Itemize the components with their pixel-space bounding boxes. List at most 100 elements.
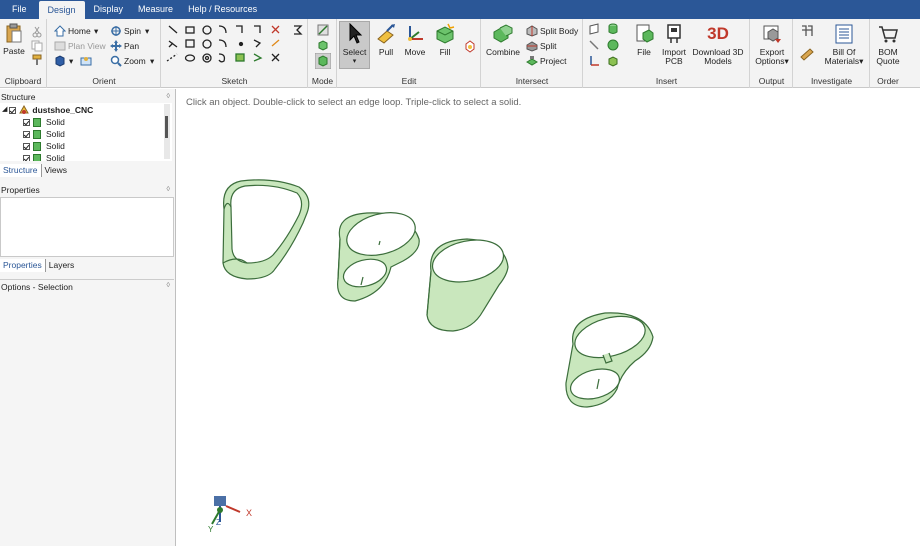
copy-icon[interactable] [31, 40, 43, 52]
menu-display[interactable]: Display [85, 0, 133, 19]
bill-of-materials-button[interactable]: Bill Of Materials▾ [822, 23, 866, 66]
tree-scrollbar-thumb[interactable] [165, 116, 168, 138]
structure-tree: ◢ dustshoe_CNC Solid Solid Solid Solid [0, 103, 172, 161]
axis-icon[interactable] [588, 39, 600, 51]
split-icon[interactable] [526, 40, 538, 52]
move-button[interactable]: Move [401, 23, 429, 57]
group-clipboard: Paste Clipboard [0, 19, 47, 88]
fill-options-icon[interactable] [463, 39, 477, 53]
bom-dropdown-arrow[interactable]: ▾ [859, 56, 863, 66]
pan-icon[interactable] [110, 40, 122, 52]
download-3d-models-button[interactable]: 3D Download 3D Models [690, 23, 746, 66]
solid-checkbox[interactable] [23, 154, 30, 161]
view-dropdown-arrow[interactable]: ▾ [69, 56, 73, 67]
plan-view-icon[interactable] [54, 40, 66, 52]
home-dropdown-arrow[interactable]: ▾ [94, 26, 98, 37]
tree-root-checkbox[interactable] [9, 106, 17, 114]
paste-icon [6, 23, 22, 43]
group-investigate: Bill Of Materials▾ Investigate [794, 19, 870, 88]
fill-button[interactable]: Fill [431, 23, 459, 57]
tab-views[interactable]: Views [42, 164, 71, 177]
render-style-icon[interactable] [80, 55, 92, 67]
select-dropdown-arrow[interactable]: ▾ [339, 57, 370, 66]
tab-structure[interactable]: Structure [0, 164, 42, 177]
menu-measure[interactable]: Measure [132, 0, 179, 19]
import-pcb-button[interactable]: Import PCB [659, 23, 689, 66]
view-cube-icon[interactable] [54, 55, 66, 67]
plane-icon[interactable] [588, 23, 600, 35]
menu-design[interactable]: Design [38, 1, 85, 19]
tree-item-solid[interactable]: Solid [23, 128, 65, 140]
solid-checkbox[interactable] [23, 118, 30, 126]
home-label[interactable]: Home [68, 26, 91, 36]
fill-icon [436, 23, 455, 44]
plan-view-label[interactable]: Plan View [68, 41, 106, 51]
options-pin-icon[interactable]: ◊ [167, 280, 170, 292]
sketch-mode-icon[interactable] [317, 24, 329, 36]
spin-dropdown-arrow[interactable]: ▾ [145, 26, 149, 37]
model-solids[interactable] [177, 89, 920, 546]
solid-label: Solid [46, 153, 65, 161]
zoom-dropdown-arrow[interactable]: ▾ [150, 56, 154, 67]
insert-file-icon [636, 24, 654, 43]
origin-icon[interactable] [588, 55, 600, 67]
assembly-icon [19, 105, 30, 114]
cut-icon[interactable] [31, 26, 43, 38]
tree-item-solid[interactable]: Solid [23, 140, 65, 152]
solid-body-4[interactable] [565, 309, 654, 408]
menu-file[interactable]: File [0, 0, 39, 19]
bom-quote-button[interactable]: BOM Quote [872, 23, 904, 66]
properties-pin-icon[interactable]: ◊ [167, 184, 170, 196]
zoom-label[interactable]: Zoom [124, 56, 146, 66]
export-options-button[interactable]: Export Options▾ [753, 23, 791, 66]
tab-properties[interactable]: Properties [0, 259, 46, 272]
structure-pin-icon[interactable]: ◊ [167, 91, 170, 103]
paste-button[interactable]: Paste [3, 22, 25, 56]
check-geometry-icon[interactable] [800, 24, 814, 38]
measure-tool-icon[interactable] [800, 47, 814, 61]
menu-bar: File Design Display Measure Help / Resou… [0, 0, 920, 19]
pull-button[interactable]: Pull [372, 23, 400, 57]
split-body-label[interactable]: Split Body [540, 26, 578, 36]
solid-checkbox[interactable] [23, 142, 30, 150]
select-button[interactable]: Select ▾ [339, 23, 370, 66]
tree-item-solid[interactable]: Solid [23, 116, 65, 128]
tree-expand-icon[interactable]: ◢ [2, 104, 7, 116]
format-painter-icon[interactable] [31, 54, 43, 66]
shell-icon[interactable] [607, 55, 619, 67]
move-label: Move [404, 47, 426, 57]
group-insert: File Import PCB 3D Download 3D Models In… [584, 19, 750, 88]
insert-file-button[interactable]: File [629, 23, 659, 57]
order-group-label: Order [877, 76, 899, 86]
properties-tabs: Properties Layers [0, 259, 77, 272]
options-header-label: Options - Selection [1, 282, 73, 292]
pull-label: Pull [378, 47, 394, 57]
spin-label[interactable]: Spin [124, 26, 141, 36]
tree-item-solid[interactable]: Solid [23, 152, 65, 161]
solid-body-1[interactable] [222, 179, 310, 280]
clipboard-group-label: Clipboard [4, 76, 42, 86]
3d-mode-icon[interactable] [315, 53, 331, 69]
export-dropdown-arrow[interactable]: ▾ [785, 56, 789, 66]
split-body-icon[interactable] [526, 25, 538, 37]
home-icon[interactable] [54, 25, 66, 37]
sketch-tools-grid[interactable] [164, 23, 306, 67]
tab-layers[interactable]: Layers [46, 259, 78, 272]
cylinder-icon[interactable] [607, 23, 619, 35]
pan-label[interactable]: Pan [124, 41, 139, 51]
spin-icon[interactable] [110, 25, 122, 37]
group-sketch: Sketch [162, 19, 308, 88]
solid-body-3[interactable] [426, 234, 509, 332]
section-mode-icon[interactable] [317, 39, 329, 51]
project-icon[interactable] [526, 55, 538, 67]
sphere-icon[interactable] [607, 39, 619, 51]
zoom-icon[interactable] [110, 55, 122, 67]
combine-button[interactable]: Combine [484, 23, 522, 57]
menu-help-resources[interactable]: Help / Resources [179, 0, 266, 19]
project-label[interactable]: Project [540, 56, 566, 66]
solid-checkbox[interactable] [23, 130, 30, 138]
export-label-2: Options [755, 56, 785, 66]
split-label[interactable]: Split [540, 41, 557, 51]
solid-body-2[interactable] [337, 206, 420, 302]
tree-root-row[interactable]: ◢ dustshoe_CNC [2, 104, 93, 116]
